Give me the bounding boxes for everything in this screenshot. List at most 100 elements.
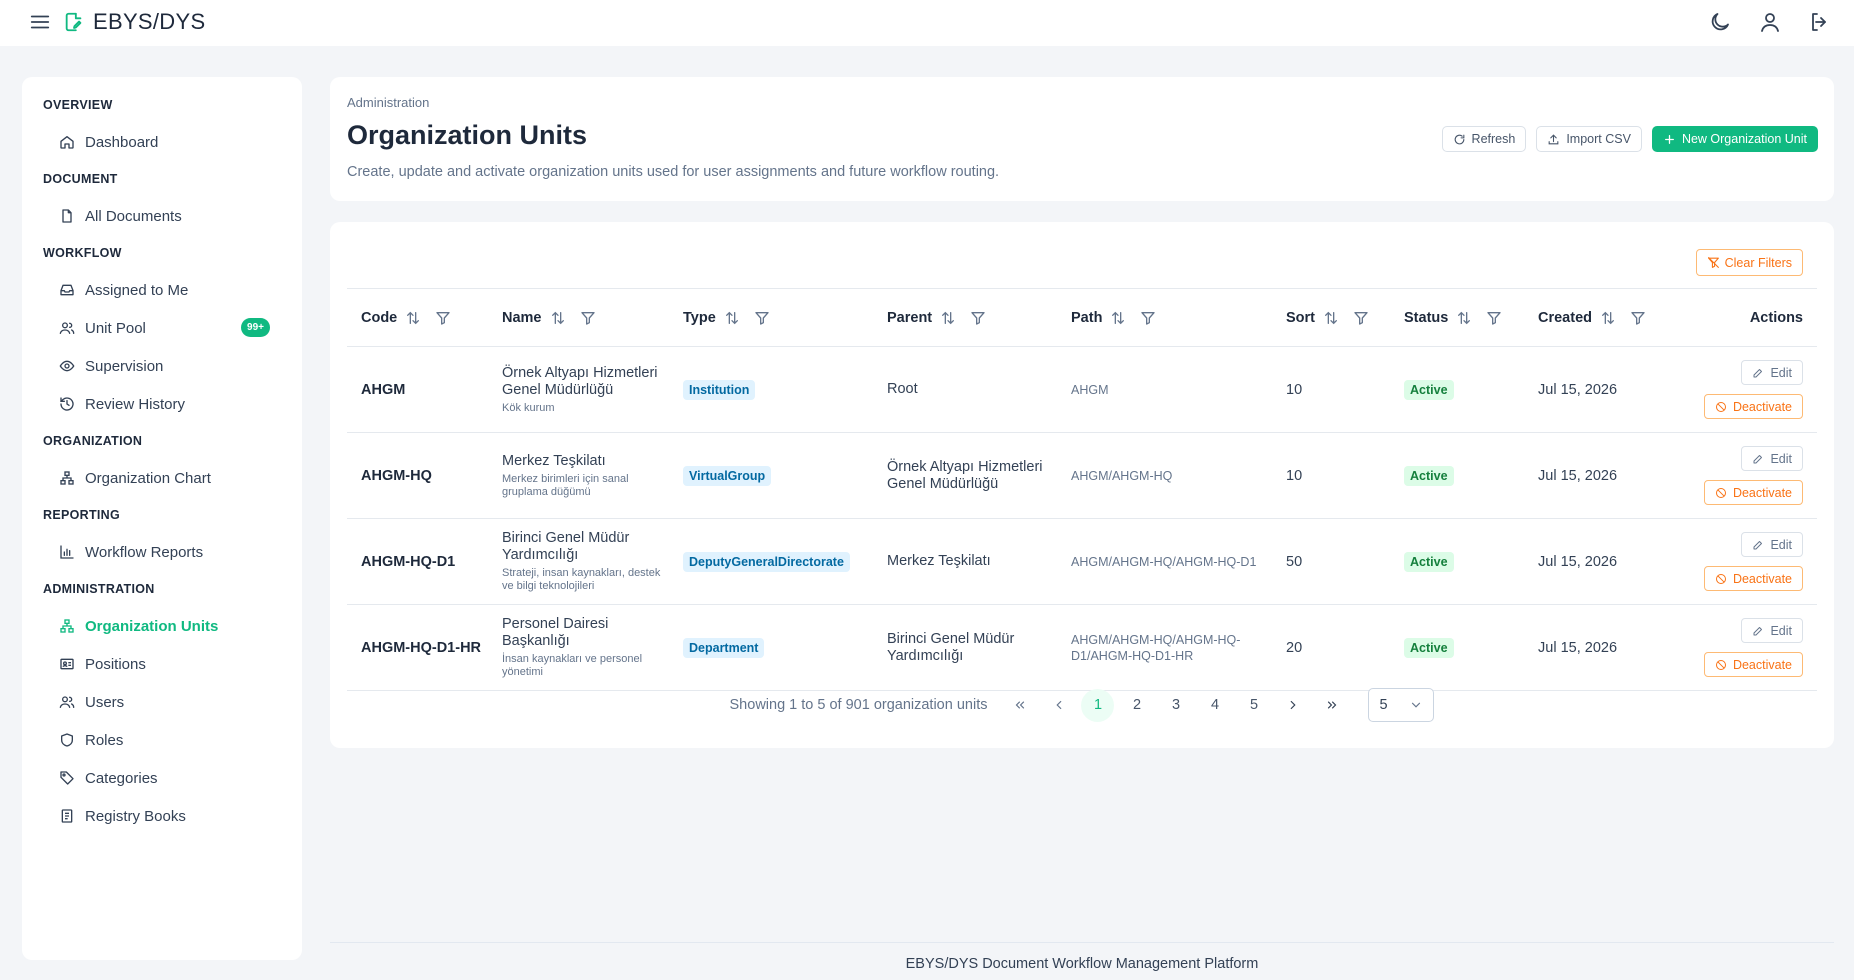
deactivate-button[interactable]: Deactivate (1703, 652, 1803, 677)
sidebar-item-workflow-reports[interactable]: Workflow Reports (22, 533, 302, 571)
row-code: AHGM-HQ-D1 (347, 518, 488, 605)
page-title: Organization Units (347, 120, 588, 150)
sort-icon[interactable] (1600, 310, 1616, 326)
sidebar-item-categories[interactable]: Categories (22, 759, 302, 797)
ban-icon (1715, 659, 1726, 670)
sidebar-item-label: Categories (85, 769, 158, 787)
user-icon[interactable] (1758, 10, 1782, 34)
page-button-3[interactable]: 3 (1159, 689, 1192, 722)
first-page-button[interactable] (1003, 689, 1036, 722)
page-button-4[interactable]: 4 (1198, 689, 1231, 722)
filter-icon[interactable] (1486, 310, 1502, 326)
import-csv-button[interactable]: Import CSV (1536, 126, 1642, 152)
sidebar-section-title: ORGANIZATION (43, 434, 143, 448)
next-page-button[interactable] (1276, 689, 1309, 722)
column-header-code[interactable]: Code (347, 288, 488, 347)
menu-icon[interactable] (29, 11, 51, 33)
column-header-type[interactable]: Type (669, 288, 873, 347)
sidebar-item-dashboard[interactable]: Dashboard (22, 123, 302, 161)
book-icon (61, 809, 73, 823)
logout-icon[interactable] (1808, 10, 1832, 34)
row-description: Strateji, insan kaynakları, destek ve bi… (502, 567, 661, 592)
page-button-2[interactable]: 2 (1120, 689, 1153, 722)
sidebar-item-review-history[interactable]: Review History (22, 385, 302, 423)
filter-icon[interactable] (1140, 310, 1156, 326)
users-icon (59, 322, 75, 334)
sidebar-item-organization-units[interactable]: Organization Units (22, 607, 302, 645)
column-header-name[interactable]: Name (488, 288, 669, 347)
org-chart-icon (60, 619, 74, 633)
edit-button[interactable]: Edit (1741, 618, 1803, 643)
column-header-parent[interactable]: Parent (873, 288, 1057, 347)
sidebar-item-label: All Documents (85, 207, 182, 225)
edit-button[interactable]: Edit (1741, 446, 1803, 471)
rows-per-page-select[interactable]: 5 (1368, 688, 1435, 722)
history-icon (60, 397, 74, 411)
sort-icon[interactable] (724, 310, 740, 326)
moon-icon[interactable] (1708, 10, 1732, 34)
filter-icon[interactable] (1353, 310, 1369, 326)
inbox-icon (60, 284, 74, 296)
row-sort: 50 (1272, 518, 1390, 605)
sidebar-item-all-documents[interactable]: All Documents (22, 197, 302, 235)
deactivate-button[interactable]: Deactivate (1703, 394, 1803, 419)
sidebar-item-label: Roles (85, 731, 124, 749)
sort-icon[interactable] (1456, 310, 1472, 326)
sidebar-section-title: OVERVIEW (43, 98, 113, 112)
sidebar-section-title: DOCUMENT (43, 172, 118, 186)
chevron-right-icon (1290, 700, 1296, 710)
status-badge: Active (1404, 637, 1454, 658)
ban-icon (1715, 573, 1726, 584)
type-badge: DeputyGeneralDirectorate (683, 551, 850, 572)
tag-icon (60, 771, 74, 785)
deactivate-button[interactable]: Deactivate (1703, 480, 1803, 505)
filter-off-icon (1707, 257, 1719, 268)
filter-icon[interactable] (1630, 310, 1646, 326)
edit-button[interactable]: Edit (1741, 360, 1803, 385)
sidebar-item-organization-chart[interactable]: Organization Chart (22, 459, 302, 497)
column-header-path[interactable]: Path (1057, 288, 1272, 347)
footer: EBYS/DYS Document Workflow Management Pl… (330, 942, 1834, 980)
table-header-row: Code Name Type Parent Path Sort Status C… (347, 288, 1817, 347)
refresh-button[interactable]: Refresh (1441, 126, 1527, 152)
upload-icon (1548, 133, 1559, 144)
app-title: EBYS/DYS (93, 9, 206, 34)
filter-icon[interactable] (754, 310, 770, 326)
sort-icon[interactable] (940, 310, 956, 326)
column-header-created[interactable]: Created (1524, 288, 1674, 347)
sort-icon[interactable] (405, 310, 421, 326)
sort-icon[interactable] (550, 310, 566, 326)
filter-icon[interactable] (970, 310, 986, 326)
sidebar-item-unit-pool[interactable]: Unit Pool 99+ (22, 309, 302, 347)
filter-icon[interactable] (580, 310, 596, 326)
prev-page-button[interactable] (1042, 689, 1075, 722)
sort-icon[interactable] (1323, 310, 1339, 326)
column-header-sort[interactable]: Sort (1272, 288, 1390, 347)
page-button-1[interactable]: 1 (1081, 688, 1115, 722)
chevrons-left-icon (1015, 701, 1025, 709)
shield-icon (61, 733, 73, 747)
row-name: Birinci Genel Müdür Yardımcılığı (502, 530, 630, 563)
column-header-status[interactable]: Status (1390, 288, 1524, 347)
edit-button[interactable]: Edit (1741, 532, 1803, 557)
page-button-5[interactable]: 5 (1237, 689, 1270, 722)
breadcrumb[interactable]: Administration (347, 95, 429, 110)
deactivate-button[interactable]: Deactivate (1703, 566, 1803, 591)
sidebar-item-roles[interactable]: Roles (22, 721, 302, 759)
sidebar-item-assigned-to-me[interactable]: Assigned to Me (22, 271, 302, 309)
row-parent: Root (873, 346, 1057, 433)
row-path: AHGM/AHGM-HQ/AHGM-HQ-D1/AHGM-HQ-D1-HR (1057, 604, 1272, 691)
last-page-button[interactable] (1315, 689, 1348, 722)
sort-icon[interactable] (1110, 310, 1126, 326)
sidebar-item-label: Assigned to Me (85, 281, 189, 299)
sidebar-item-supervision[interactable]: Supervision (22, 347, 302, 385)
chevron-left-icon (1056, 700, 1062, 710)
sidebar-item-users[interactable]: Users (22, 683, 302, 721)
sidebar-item-registry-books[interactable]: Registry Books (22, 797, 302, 835)
org-chart-icon (60, 471, 74, 485)
clear-filters-button[interactable]: Clear Filters (1695, 249, 1803, 276)
filter-icon[interactable] (435, 310, 451, 326)
sidebar-item-positions[interactable]: Positions (22, 645, 302, 683)
new-organization-unit-button[interactable]: New Organization Unit (1651, 126, 1818, 152)
brand[interactable]: EBYS/DYS (63, 9, 205, 35)
